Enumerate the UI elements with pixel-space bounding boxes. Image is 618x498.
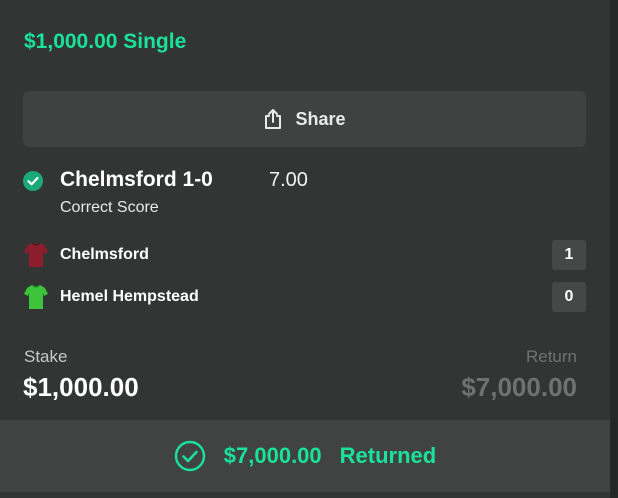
bet-title: $1,000.00 Single (24, 30, 187, 53)
team-name: Chelmsford (60, 246, 149, 263)
selection-market: Correct Score (60, 199, 159, 216)
return-value: $7,000.00 (461, 372, 577, 402)
share-button-label: Share (295, 108, 346, 129)
bet-card: $1,000.00 Single Share Chelmsford 1-0 7.… (0, 0, 611, 498)
returned-status: Returned (339, 443, 437, 468)
team-name: Hemel Hempstead (60, 288, 199, 305)
share-button[interactable]: Share (23, 91, 586, 147)
team-score: 1 (552, 240, 586, 270)
team-score: 0 (552, 282, 586, 312)
shirt-icon (24, 242, 48, 267)
bet-status-footer: $7,000.00 Returned (0, 420, 610, 492)
team-row-away: Hemel Hempstead 0 (22, 282, 586, 312)
check-circle-icon (174, 440, 205, 472)
share-icon (265, 109, 282, 129)
selection-name: Chelmsford 1-0 (60, 168, 213, 191)
selection-odds: 7.00 (269, 169, 308, 191)
team-row-home: Chelmsford 1 (22, 240, 586, 270)
shirt-icon (24, 284, 48, 309)
returned-amount: $7,000.00 (223, 443, 322, 468)
stake-label: Stake (24, 347, 68, 366)
stake-value: $1,000.00 (23, 372, 139, 402)
check-circle-icon (23, 171, 43, 191)
return-label: Return (525, 347, 577, 366)
